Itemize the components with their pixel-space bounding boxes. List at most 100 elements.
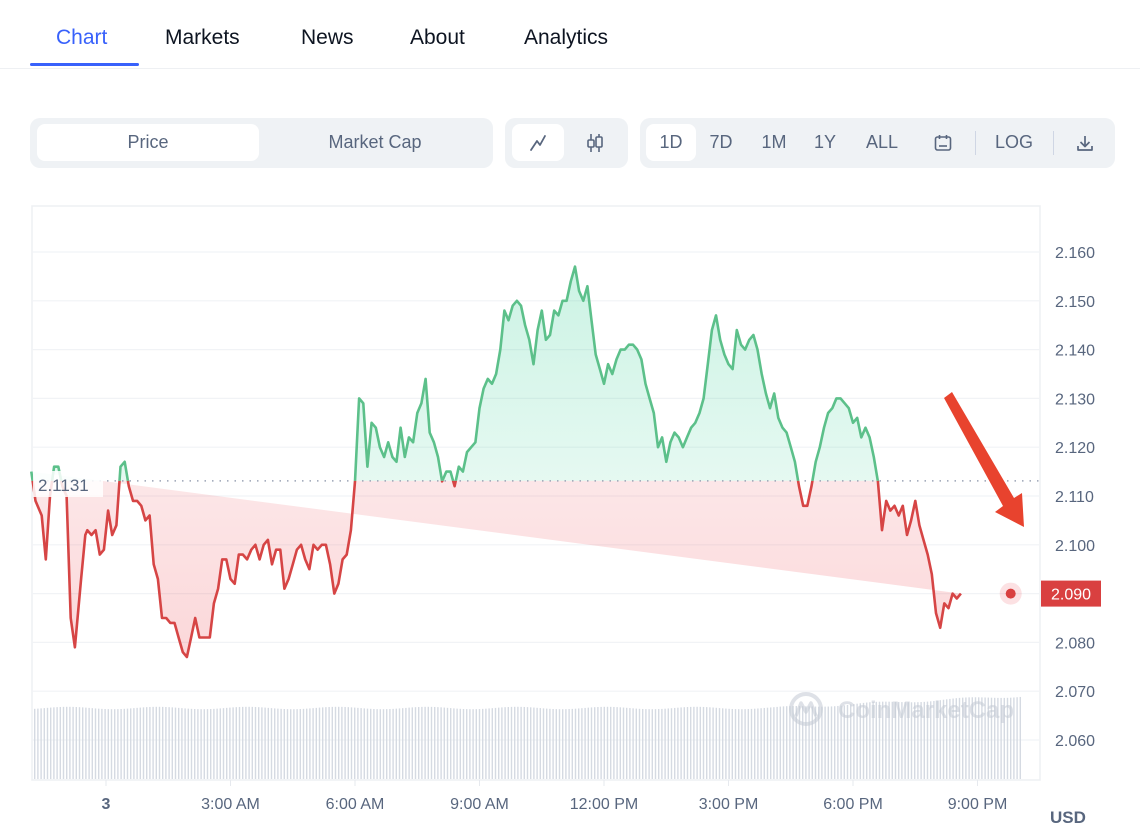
volume-bar — [94, 708, 97, 779]
volume-bar — [363, 708, 365, 779]
volume-bar — [283, 709, 285, 779]
volume-bar — [370, 708, 372, 779]
volume-bar — [171, 707, 173, 779]
volume-bar — [222, 708, 225, 779]
volume-bar — [610, 706, 612, 779]
volume-bar — [562, 709, 564, 779]
volume-bar — [402, 708, 404, 779]
volume-bar — [245, 706, 247, 779]
volume-bar — [504, 707, 506, 779]
volume-bar — [389, 709, 391, 779]
volume-bar — [261, 707, 263, 779]
volume-bar — [405, 707, 407, 779]
volume-bar — [197, 709, 199, 779]
volume-bar — [59, 706, 61, 779]
volume-bar — [290, 709, 292, 779]
volume-bar — [590, 707, 593, 779]
volume-bar — [334, 706, 337, 779]
volume-bar — [462, 708, 465, 779]
volume-bar — [34, 708, 36, 779]
volume-bar — [40, 708, 42, 779]
volume-bar — [1016, 697, 1018, 779]
volume-bar — [357, 707, 359, 779]
volume-bar — [328, 706, 330, 779]
volume-bar — [331, 706, 333, 779]
x-tick-label: 9:00 AM — [450, 796, 509, 813]
volume-bar — [744, 709, 746, 779]
volume-bar — [267, 707, 269, 779]
volume-bar — [686, 707, 689, 779]
volume-bar — [706, 707, 708, 779]
volume-bar — [542, 708, 545, 779]
volume-bar — [104, 709, 106, 779]
volume-bar — [680, 707, 682, 779]
volume-bar — [574, 708, 577, 779]
volume-bar — [834, 706, 836, 779]
price-chart[interactable]: CoinMarketCap 2.160 2.150 2.140 2.130 2.120 2… — [0, 0, 1140, 834]
y-tick-label: 2.070 — [1055, 684, 1095, 701]
volume-bar — [69, 706, 71, 779]
volume-bar — [725, 708, 727, 779]
volume-bar — [587, 707, 589, 779]
volume-bar — [123, 708, 125, 779]
volume-bar — [638, 708, 641, 779]
volume-bar — [635, 708, 637, 779]
volume-bar — [594, 707, 596, 779]
current-price-dot — [1005, 588, 1016, 599]
volume-bar — [514, 706, 516, 779]
volume-bar — [709, 707, 711, 779]
volume-bar — [398, 708, 401, 779]
y-tick-label: 2.150 — [1055, 294, 1095, 311]
volume-bar — [648, 709, 650, 779]
volume-bar — [699, 706, 701, 779]
volume-bar — [491, 708, 493, 779]
volume-bar — [677, 707, 679, 779]
volume-bar — [165, 706, 167, 779]
volume-bar — [286, 709, 289, 779]
volume-bar — [619, 707, 621, 779]
volume-bar — [107, 709, 109, 779]
volume-bar — [62, 706, 65, 779]
volume-bar — [213, 708, 215, 779]
volume-bar — [120, 709, 122, 779]
volume-bar — [155, 706, 157, 779]
volume-bar — [424, 706, 426, 779]
volume-bar — [715, 707, 717, 779]
volume-bar — [139, 707, 141, 779]
volume-bar — [43, 708, 45, 779]
volume-bar — [114, 709, 116, 779]
volume-bar — [309, 708, 311, 779]
volume-bar — [776, 706, 778, 779]
volume-bar — [50, 707, 52, 779]
volume-bar — [325, 707, 327, 779]
volume-bar — [190, 708, 193, 779]
volume-bar — [443, 707, 445, 779]
volume-bar — [347, 707, 349, 779]
volume-bar — [750, 708, 753, 779]
volume-bar — [667, 708, 669, 779]
volume-bar — [530, 707, 532, 779]
volume-bar — [98, 708, 100, 779]
volume-bar — [482, 708, 484, 779]
volume-bar — [178, 707, 180, 779]
volume-bar — [651, 709, 653, 779]
volume-bar — [101, 708, 103, 779]
volume-bar — [235, 707, 237, 779]
volume-bar — [552, 708, 554, 779]
volume-bar — [264, 707, 266, 779]
volume-bar — [488, 708, 490, 779]
volume-bar — [446, 707, 449, 779]
volume-bar — [158, 706, 161, 779]
volume-bar — [674, 707, 676, 779]
volume-bar — [830, 706, 833, 779]
volume-bar — [306, 708, 308, 779]
volume-bar — [731, 708, 733, 779]
volume-bar — [613, 706, 615, 779]
volume-bar — [395, 708, 397, 779]
volume-bar — [773, 707, 775, 779]
volume-bar — [37, 708, 39, 779]
volume-bar — [779, 706, 781, 779]
volume-bar — [430, 706, 433, 779]
volume-bar — [242, 706, 244, 779]
volume-bar — [475, 709, 477, 779]
